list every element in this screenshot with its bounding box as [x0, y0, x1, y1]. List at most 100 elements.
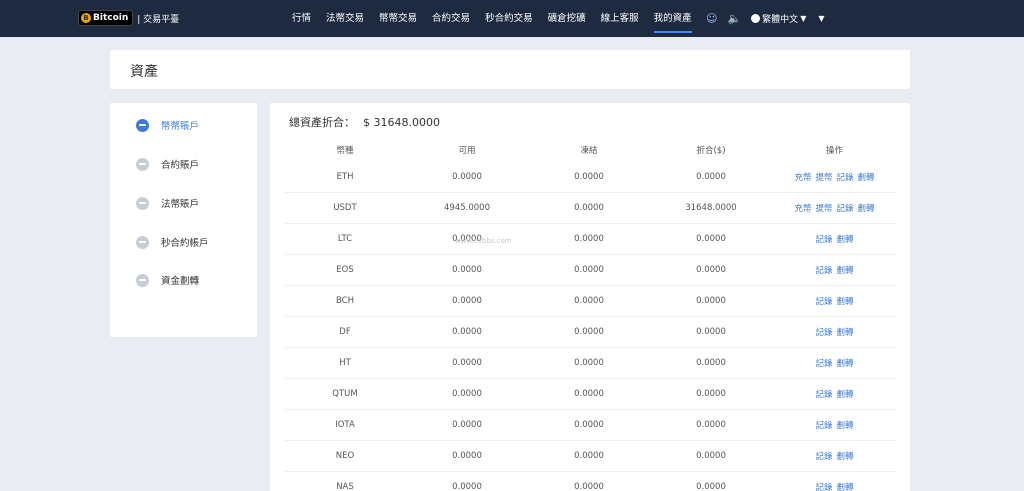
- cell-frozen: 0.0000: [574, 172, 604, 182]
- header-actions: ☺ 🔈 繁體中文 ▼ ▼: [706, 0, 825, 37]
- cell-equiv: 0.0000: [696, 296, 726, 306]
- action-link[interactable]: 記錄: [815, 297, 832, 307]
- cell-equiv: 0.0000: [696, 327, 726, 337]
- sidebar-item-label: 資金劃轉: [161, 276, 200, 287]
- nav-item[interactable]: 我的資產: [653, 0, 692, 37]
- page-header: 資產: [110, 50, 910, 89]
- table-row: HT 0.0000 0.0000 0.0000 記錄 劃轉: [284, 348, 897, 379]
- nav-item[interactable]: 秒合約交易: [485, 0, 533, 37]
- table-header: 幣種 可用 凍結 折合($) 操作: [284, 143, 897, 157]
- total-label: 總資產折合：: [289, 116, 355, 129]
- account-sidebar: 幣幣賬戶合約賬戶法幣賬戶秒合約帳戶資金劃轉: [110, 103, 257, 337]
- cell-available: 0.0000: [452, 296, 482, 306]
- sidebar-item-label: 幣幣賬戶: [161, 121, 200, 132]
- action-link[interactable]: 劃轉: [837, 483, 854, 491]
- cell-actions: 記錄 劃轉: [772, 357, 897, 369]
- cell-coin: DF: [339, 327, 351, 337]
- sidebar-item[interactable]: 法幣賬戶: [136, 193, 199, 213]
- action-link[interactable]: 充幣: [794, 204, 811, 214]
- cell-actions: 充幣 提幣 記錄 劃轉: [772, 171, 897, 183]
- action-link[interactable]: 記錄: [815, 483, 832, 491]
- sidebar-item[interactable]: 合約賬戶: [136, 154, 199, 174]
- globe-icon: [751, 14, 761, 23]
- action-link[interactable]: 記錄: [837, 173, 854, 183]
- action-link[interactable]: 記錄: [815, 235, 832, 245]
- action-link[interactable]: 劃轉: [837, 297, 854, 307]
- wallet-icon: [136, 235, 149, 249]
- language-selector[interactable]: 繁體中文 ▼: [751, 12, 806, 25]
- speaker-icon[interactable]: 🔈: [727, 12, 741, 25]
- cell-available: 0.0000: [452, 451, 482, 461]
- cell-actions: 記錄 劃轉: [772, 450, 897, 462]
- action-link[interactable]: 記錄: [837, 204, 854, 214]
- cell-actions: 記錄 劃轉: [772, 233, 897, 245]
- cell-available: 0.0000: [452, 265, 482, 275]
- nav-item[interactable]: 線上客服: [601, 0, 639, 37]
- action-link[interactable]: 劃轉: [837, 235, 854, 245]
- action-link[interactable]: 提幣: [815, 173, 832, 183]
- column-header: 操作: [825, 146, 843, 156]
- table-row: ETH 0.0000 0.0000 0.0000 充幣 提幣 記錄 劃轉: [284, 162, 897, 193]
- action-link[interactable]: 劃轉: [837, 390, 854, 400]
- nav-item[interactable]: 行情: [292, 0, 311, 37]
- action-link[interactable]: 充幣: [794, 173, 811, 183]
- cell-actions: 記錄 劃轉: [772, 388, 897, 400]
- action-link[interactable]: 劃轉: [858, 204, 875, 214]
- cell-frozen: 0.0000: [574, 265, 604, 275]
- cell-actions: 充幣 提幣 記錄 劃轉: [772, 202, 897, 214]
- cell-available: 0.0000: [452, 482, 482, 491]
- table-row: QTUM 0.0000 0.0000 0.0000 記錄 劃轉: [284, 379, 897, 410]
- cell-coin: USDT: [333, 203, 357, 213]
- action-link[interactable]: 劃轉: [858, 173, 875, 183]
- cell-available: 4945.0000: [444, 203, 490, 213]
- sidebar-item[interactable]: 幣幣賬戶: [136, 115, 199, 135]
- action-link[interactable]: 劃轉: [837, 328, 854, 338]
- sidebar-item[interactable]: 資金劃轉: [136, 270, 199, 290]
- action-link[interactable]: 劃轉: [837, 452, 854, 462]
- total-assets: 總資產折合： $ 31648.0000: [289, 114, 440, 130]
- cell-equiv: 31648.0000: [685, 203, 737, 213]
- cell-available: 0.0000: [452, 420, 482, 430]
- brand-logo[interactable]: B Bitcoin | 交易平臺: [78, 10, 179, 26]
- action-link[interactable]: 記錄: [815, 421, 832, 431]
- nav-item[interactable]: 法幣交易: [326, 0, 364, 37]
- action-link[interactable]: 記錄: [815, 390, 832, 400]
- action-link[interactable]: 劃轉: [837, 359, 854, 369]
- action-link[interactable]: 劃轉: [837, 266, 854, 276]
- cell-coin: BCH: [335, 296, 354, 306]
- cell-frozen: 0.0000: [574, 482, 604, 491]
- top-navbar: B Bitcoin | 交易平臺 行情 法幣交易 幣幣交易 合約交易 秒合約交易 礦倉挖礦…: [0, 0, 1024, 37]
- cell-coin: ETH: [336, 172, 354, 182]
- nav-item[interactable]: 幣幣交易: [379, 0, 417, 37]
- main-nav: 行情 法幣交易 幣幣交易 合約交易 秒合約交易 礦倉挖礦 線上客服 我的資產: [292, 0, 707, 37]
- watermark: www.ecbbs.com: [455, 237, 512, 245]
- sidebar-item-label: 法幣賬戶: [161, 199, 200, 210]
- action-link[interactable]: 記錄: [815, 359, 832, 369]
- action-link[interactable]: 劃轉: [837, 421, 854, 431]
- menu-dropdown-icon[interactable]: ▼: [818, 14, 824, 23]
- user-icon[interactable]: ☺: [706, 12, 717, 25]
- cell-coin: EOS: [336, 265, 354, 275]
- cell-equiv: 0.0000: [696, 265, 726, 275]
- nav-item[interactable]: 礦倉挖礦: [548, 0, 586, 37]
- action-link[interactable]: 記錄: [815, 452, 832, 462]
- wallet-icon: [136, 273, 149, 287]
- sidebar-item-label: 合約賬戶: [161, 160, 200, 171]
- cell-actions: 記錄 劃轉: [772, 481, 897, 491]
- action-link[interactable]: 記錄: [815, 266, 832, 276]
- table-row: DF 0.0000 0.0000 0.0000 記錄 劃轉: [284, 317, 897, 348]
- cell-coin: NAS: [336, 482, 354, 491]
- action-link[interactable]: 記錄: [815, 328, 832, 338]
- cell-equiv: 0.0000: [696, 358, 726, 368]
- action-link[interactable]: 提幣: [815, 204, 832, 214]
- nav-item[interactable]: 合約交易: [432, 0, 470, 37]
- cell-frozen: 0.0000: [574, 358, 604, 368]
- cell-coin: LTC: [337, 234, 353, 244]
- brand-subtitle: | 交易平臺: [137, 14, 180, 25]
- cell-equiv: 0.0000: [696, 172, 726, 182]
- table-row: IOTA 0.0000 0.0000 0.0000 記錄 劃轉: [284, 410, 897, 441]
- cell-frozen: 0.0000: [574, 203, 604, 213]
- sidebar-item[interactable]: 秒合約帳戶: [136, 232, 209, 252]
- cell-coin: HT: [339, 358, 351, 368]
- table-row: EOS 0.0000 0.0000 0.0000 記錄 劃轉: [284, 255, 897, 286]
